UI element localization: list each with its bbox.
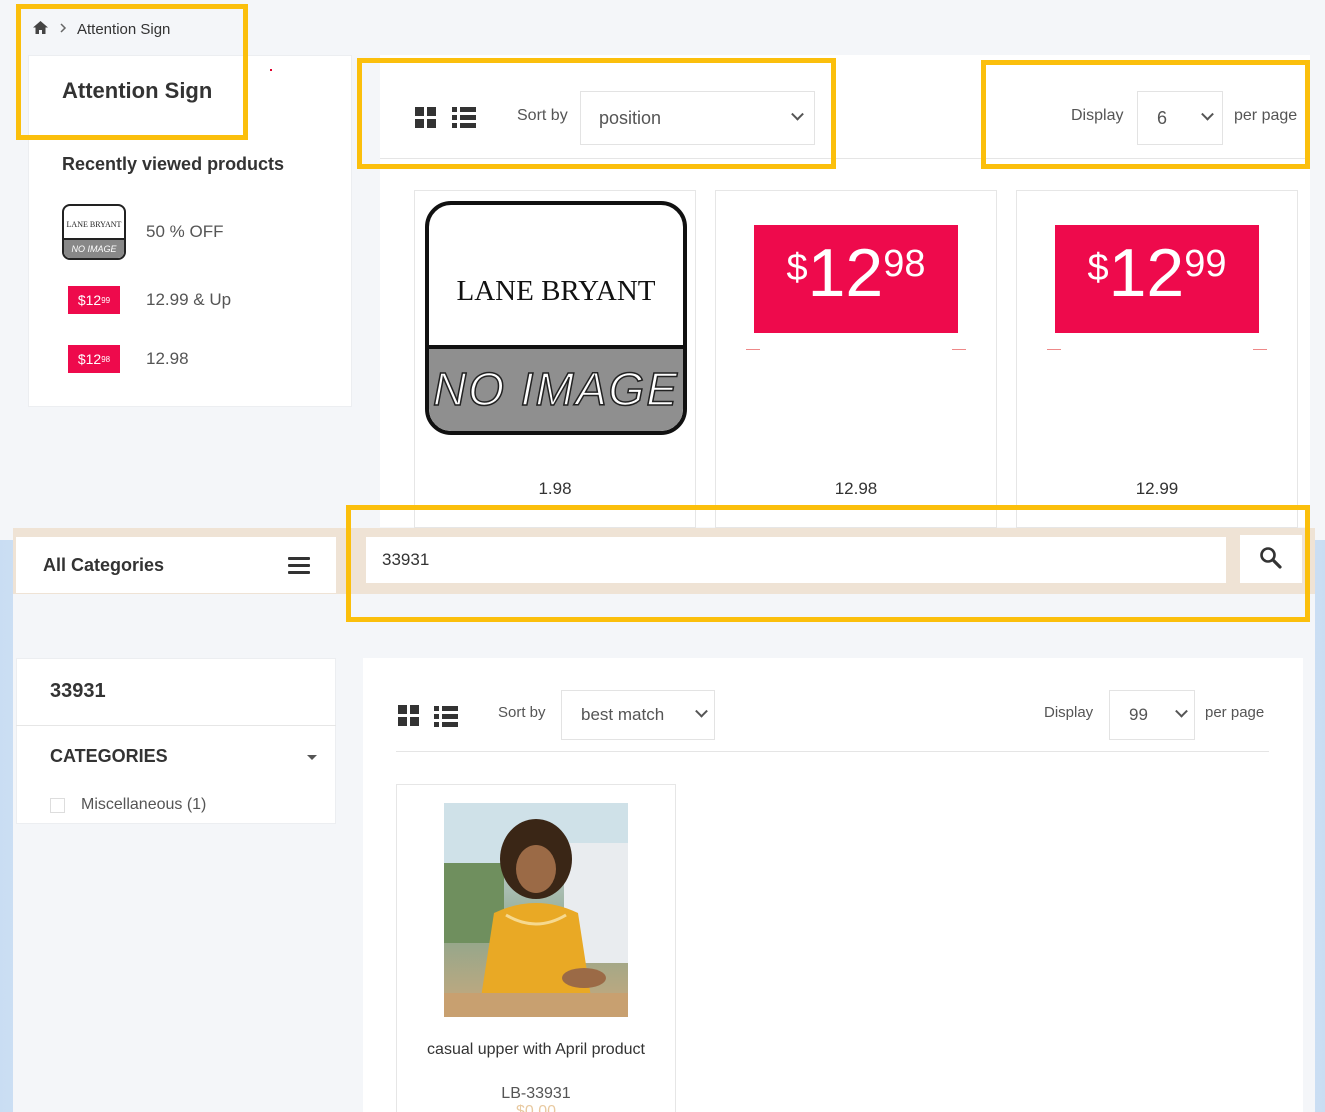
- grid-view-icon[interactable]: [415, 107, 436, 128]
- display-count-select[interactable]: 6: [1137, 91, 1223, 145]
- product-price: $0.00: [515, 1103, 557, 1112]
- recent-item-label[interactable]: 12.98: [146, 349, 189, 369]
- sign-dollars: 12: [807, 235, 884, 311]
- product-card[interactable]: $ 12 98 12.98: [715, 190, 997, 528]
- recent-item[interactable]: LANE BRYANT NO IMAGE 50 % OFF: [62, 203, 223, 261]
- per-page-label: per page: [1234, 107, 1298, 124]
- recent-item[interactable]: $12 98 12.98: [62, 330, 189, 388]
- lane-bryant-no-image-thumbnail: LANE BRYANT NO IMAGE: [62, 204, 126, 260]
- display-count-value: 6: [1157, 107, 1168, 128]
- chevron-down-icon: [791, 107, 804, 121]
- product-name[interactable]: 12.99: [1017, 479, 1297, 499]
- price-sign-thumbnail: $12 98: [68, 345, 120, 373]
- sign-cents: 98: [883, 243, 926, 285]
- divider: [16, 725, 336, 726]
- list-view-icon[interactable]: [434, 706, 458, 727]
- brand-logo-text: LANE BRYANT: [456, 275, 656, 307]
- display-label: Display: [1044, 704, 1094, 721]
- display-label: Display: [1071, 107, 1124, 124]
- thumbnail-cents: 98: [101, 354, 111, 364]
- search-button[interactable]: [1240, 535, 1302, 583]
- page-title: Attention Sign: [62, 78, 213, 103]
- chevron-down-icon: [1201, 107, 1214, 121]
- category-filter-label[interactable]: Miscellaneous (1): [81, 796, 206, 814]
- sign-footer-marks: [746, 349, 966, 350]
- sort-by-select[interactable]: best match: [561, 690, 715, 740]
- categories-filter-title[interactable]: CATEGORIES: [50, 746, 168, 767]
- breadcrumb-current: Attention Sign: [77, 20, 171, 38]
- product-name[interactable]: 1.98: [415, 479, 695, 499]
- product-sku: LB-33931: [501, 1085, 571, 1102]
- recently-viewed-title: Recently viewed products: [62, 154, 285, 174]
- search-icon: [1259, 546, 1283, 573]
- sign-dollars: 12: [1108, 235, 1185, 311]
- all-categories-button[interactable]: All Categories: [16, 537, 336, 593]
- search-input[interactable]: [366, 537, 1226, 583]
- price-sign-thumbnail: $12 99: [68, 286, 120, 314]
- per-page-label: per page: [1205, 704, 1265, 721]
- sign-currency: $: [1087, 247, 1109, 289]
- menu-icon: [288, 556, 310, 574]
- chevron-down-icon: [695, 704, 708, 718]
- sign-footer-marks: [1047, 349, 1267, 350]
- product-photo[interactable]: [444, 803, 628, 1017]
- caret-down-icon[interactable]: [307, 755, 317, 760]
- category-checkbox[interactable]: [50, 797, 65, 813]
- all-categories-label: All Categories: [43, 554, 165, 575]
- recent-item-label[interactable]: 50 % OFF: [146, 222, 223, 242]
- product-card[interactable]: LANE BRYANT NO IMAGE 1.98: [414, 190, 696, 528]
- thumbnail-price: $12: [77, 351, 102, 367]
- chevron-down-icon: [1175, 704, 1188, 718]
- thumbnail-cents: 99: [101, 295, 111, 305]
- chevron-right-icon: [59, 21, 67, 38]
- sign-currency: $: [786, 247, 808, 289]
- sign-cents: 99: [1184, 243, 1227, 285]
- sort-by-label: Sort by: [517, 107, 568, 124]
- recent-item[interactable]: $12 99 12.99 & Up: [62, 271, 231, 329]
- decorative-dot: [270, 69, 272, 71]
- thumbnail-brand: LANE BRYANT: [66, 220, 122, 229]
- thumbnail-no-image: NO IMAGE: [64, 238, 124, 258]
- grid-view-icon[interactable]: [398, 705, 419, 726]
- price-sign-image: $ 12 98: [754, 225, 958, 333]
- recent-item-label[interactable]: 12.99 & Up: [146, 290, 231, 310]
- sort-by-select[interactable]: position: [580, 91, 815, 145]
- sort-by-label: Sort by: [498, 704, 546, 721]
- category-filter-item[interactable]: Miscellaneous (1): [50, 796, 206, 814]
- display-count-value: 99: [1129, 705, 1148, 724]
- product-name[interactable]: 12.98: [716, 479, 996, 499]
- toolbar-divider: [396, 751, 1269, 752]
- home-icon[interactable]: [32, 20, 49, 39]
- thumbnail-price: $12: [77, 292, 102, 308]
- product-card[interactable]: casual upper with April product LB-33931…: [396, 784, 676, 1112]
- breadcrumb: Attention Sign: [32, 18, 170, 40]
- search-results-title: 33931: [50, 680, 106, 702]
- product-name[interactable]: casual upper with April product: [417, 1041, 655, 1059]
- no-image-text: NO IMAGE: [429, 345, 683, 431]
- product-card[interactable]: $ 12 99 12.99: [1016, 190, 1298, 528]
- price-sign-image: $ 12 99: [1055, 225, 1259, 333]
- list-view-icon[interactable]: [452, 107, 476, 128]
- lane-bryant-no-image-placeholder: LANE BRYANT NO IMAGE: [425, 201, 687, 435]
- sort-by-value: position: [599, 107, 662, 128]
- sort-by-value: best match: [581, 705, 665, 724]
- display-count-select[interactable]: 99: [1109, 690, 1195, 740]
